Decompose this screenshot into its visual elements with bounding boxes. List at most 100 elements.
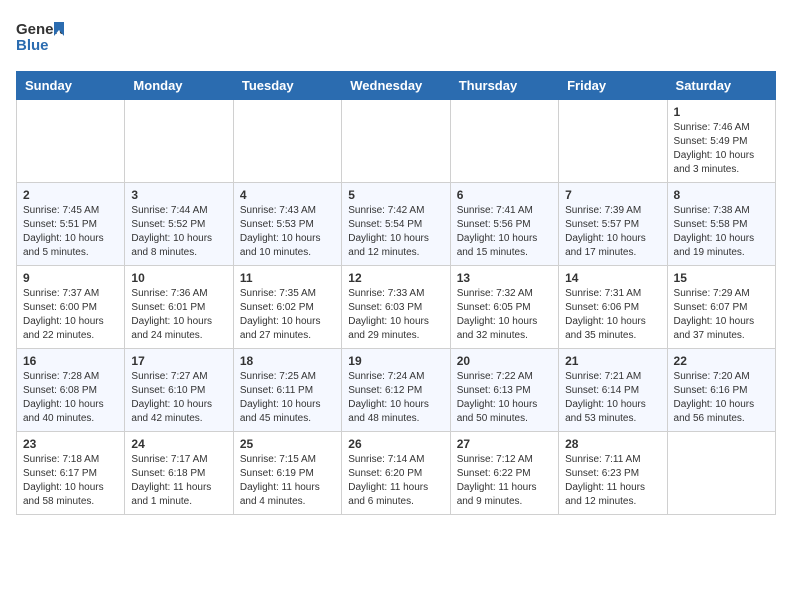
calendar-cell: 1 Sunrise: 7:46 AM Sunset: 5:49 PM Daylig… — [667, 100, 775, 183]
day-info: Sunrise: 7:20 AM Sunset: 6:16 PM Dayligh… — [674, 370, 769, 426]
day-number: 1 — [674, 105, 769, 119]
day-number: 24 — [131, 437, 226, 451]
day-number: 3 — [131, 188, 226, 202]
day-info: Sunrise: 7:14 AM Sunset: 6:20 PM Dayligh… — [348, 453, 443, 509]
day-info: Sunrise: 7:29 AM Sunset: 6:07 PM Dayligh… — [674, 287, 769, 343]
logo: General Blue — [16, 16, 64, 61]
day-info: Sunrise: 7:28 AM Sunset: 6:08 PM Dayligh… — [23, 370, 118, 426]
calendar-table: SundayMondayTuesdayWednesdayThursdayFrid… — [16, 71, 776, 515]
weekday-header-thursday: Thursday — [450, 72, 558, 100]
calendar-cell: 13 Sunrise: 7:32 AM Sunset: 6:05 PM Dayli… — [450, 266, 558, 349]
calendar-cell: 18 Sunrise: 7:25 AM Sunset: 6:11 PM Dayli… — [233, 349, 341, 432]
day-number: 4 — [240, 188, 335, 202]
calendar-cell: 16 Sunrise: 7:28 AM Sunset: 6:08 PM Dayli… — [17, 349, 125, 432]
calendar-cell: 21Sunrise: 7:21 AM Sunset: 6:14 PM Dayli… — [559, 349, 667, 432]
day-info: Sunrise: 7:11 AM Sunset: 6:23 PM Dayligh… — [565, 453, 660, 509]
day-number: 17 — [131, 354, 226, 368]
calendar-cell — [125, 100, 233, 183]
day-number: 22 — [674, 354, 769, 368]
calendar-cell: 5 Sunrise: 7:42 AM Sunset: 5:54 PM Daylig… — [342, 183, 450, 266]
calendar-cell: 14 Sunrise: 7:31 AM Sunset: 6:06 PM Dayli… — [559, 266, 667, 349]
calendar-cell: 7 Sunrise: 7:39 AM Sunset: 5:57 PM Daylig… — [559, 183, 667, 266]
calendar-cell: 12 Sunrise: 7:33 AM Sunset: 6:03 PM Dayli… — [342, 266, 450, 349]
day-info: Sunrise: 7:33 AM Sunset: 6:03 PM Dayligh… — [348, 287, 443, 343]
calendar-cell — [233, 100, 341, 183]
weekday-header-wednesday: Wednesday — [342, 72, 450, 100]
day-number: 23 — [23, 437, 118, 451]
calendar-cell — [559, 100, 667, 183]
calendar-cell: 25 Sunrise: 7:15 AM Sunset: 6:19 PM Dayli… — [233, 432, 341, 515]
weekday-header-saturday: Saturday — [667, 72, 775, 100]
weekday-header-sunday: Sunday — [17, 72, 125, 100]
day-info: Sunrise: 7:39 AM Sunset: 5:57 PM Dayligh… — [565, 204, 660, 260]
day-number: 16 — [23, 354, 118, 368]
calendar-cell: 8 Sunrise: 7:38 AM Sunset: 5:58 PM Daylig… — [667, 183, 775, 266]
day-number: 5 — [348, 188, 443, 202]
day-info: Sunrise: 7:36 AM Sunset: 6:01 PM Dayligh… — [131, 287, 226, 343]
calendar-cell: 4 Sunrise: 7:43 AM Sunset: 5:53 PM Daylig… — [233, 183, 341, 266]
day-info: Sunrise: 7:22 AM Sunset: 6:13 PM Dayligh… — [457, 370, 552, 426]
calendar-week-row: 23 Sunrise: 7:18 AM Sunset: 6:17 PM Dayli… — [17, 432, 776, 515]
day-info: Sunrise: 7:25 AM Sunset: 6:11 PM Dayligh… — [240, 370, 335, 426]
calendar-cell: 19 Sunrise: 7:24 AM Sunset: 6:12 PM Dayli… — [342, 349, 450, 432]
calendar-cell: 3 Sunrise: 7:44 AM Sunset: 5:52 PM Daylig… — [125, 183, 233, 266]
calendar-week-row: 9 Sunrise: 7:37 AM Sunset: 6:00 PM Daylig… — [17, 266, 776, 349]
day-info: Sunrise: 7:17 AM Sunset: 6:18 PM Dayligh… — [131, 453, 226, 509]
weekday-header-monday: Monday — [125, 72, 233, 100]
calendar-week-row: 1 Sunrise: 7:46 AM Sunset: 5:49 PM Daylig… — [17, 100, 776, 183]
calendar-cell: 15 Sunrise: 7:29 AM Sunset: 6:07 PM Dayli… — [667, 266, 775, 349]
calendar-cell: 11 Sunrise: 7:35 AM Sunset: 6:02 PM Dayli… — [233, 266, 341, 349]
day-info: Sunrise: 7:45 AM Sunset: 5:51 PM Dayligh… — [23, 204, 118, 260]
calendar-cell: 23 Sunrise: 7:18 AM Sunset: 6:17 PM Dayli… — [17, 432, 125, 515]
calendar-cell: 24 Sunrise: 7:17 AM Sunset: 6:18 PM Dayli… — [125, 432, 233, 515]
calendar-cell: 28Sunrise: 7:11 AM Sunset: 6:23 PM Dayli… — [559, 432, 667, 515]
calendar-cell: 6Sunrise: 7:41 AM Sunset: 5:56 PM Daylig… — [450, 183, 558, 266]
svg-text:Blue: Blue — [16, 37, 49, 54]
weekday-header-tuesday: Tuesday — [233, 72, 341, 100]
day-number: 14 — [565, 271, 660, 285]
day-info: Sunrise: 7:31 AM Sunset: 6:06 PM Dayligh… — [565, 287, 660, 343]
day-number: 18 — [240, 354, 335, 368]
page-header: General Blue — [16, 16, 776, 61]
day-number: 21 — [565, 354, 660, 368]
day-number: 8 — [674, 188, 769, 202]
day-info: Sunrise: 7:46 AM Sunset: 5:49 PM Dayligh… — [674, 121, 769, 177]
calendar-cell — [17, 100, 125, 183]
day-number: 27 — [457, 437, 552, 451]
day-number: 11 — [240, 271, 335, 285]
day-info: Sunrise: 7:15 AM Sunset: 6:19 PM Dayligh… — [240, 453, 335, 509]
calendar-cell: 22 Sunrise: 7:20 AM Sunset: 6:16 PM Dayli… — [667, 349, 775, 432]
day-info: Sunrise: 7:35 AM Sunset: 6:02 PM Dayligh… — [240, 287, 335, 343]
day-info: Sunrise: 7:18 AM Sunset: 6:17 PM Dayligh… — [23, 453, 118, 509]
day-info: Sunrise: 7:43 AM Sunset: 5:53 PM Dayligh… — [240, 204, 335, 260]
day-info: Sunrise: 7:38 AM Sunset: 5:58 PM Dayligh… — [674, 204, 769, 260]
day-info: Sunrise: 7:24 AM Sunset: 6:12 PM Dayligh… — [348, 370, 443, 426]
weekday-header-friday: Friday — [559, 72, 667, 100]
calendar-cell — [450, 100, 558, 183]
calendar-cell: 26 Sunrise: 7:14 AM Sunset: 6:20 PM Dayli… — [342, 432, 450, 515]
day-number: 15 — [674, 271, 769, 285]
day-number: 25 — [240, 437, 335, 451]
day-number: 12 — [348, 271, 443, 285]
calendar-cell: 27Sunrise: 7:12 AM Sunset: 6:22 PM Dayli… — [450, 432, 558, 515]
day-number: 9 — [23, 271, 118, 285]
day-number: 20 — [457, 354, 552, 368]
calendar-week-row: 16 Sunrise: 7:28 AM Sunset: 6:08 PM Dayli… — [17, 349, 776, 432]
weekday-header-row: SundayMondayTuesdayWednesdayThursdayFrid… — [17, 72, 776, 100]
day-info: Sunrise: 7:37 AM Sunset: 6:00 PM Dayligh… — [23, 287, 118, 343]
day-number: 13 — [457, 271, 552, 285]
day-info: Sunrise: 7:32 AM Sunset: 6:05 PM Dayligh… — [457, 287, 552, 343]
day-number: 26 — [348, 437, 443, 451]
calendar-cell — [667, 432, 775, 515]
day-info: Sunrise: 7:27 AM Sunset: 6:10 PM Dayligh… — [131, 370, 226, 426]
calendar-cell: 10Sunrise: 7:36 AM Sunset: 6:01 PM Dayli… — [125, 266, 233, 349]
day-number: 7 — [565, 188, 660, 202]
day-number: 19 — [348, 354, 443, 368]
day-info: Sunrise: 7:44 AM Sunset: 5:52 PM Dayligh… — [131, 204, 226, 260]
day-info: Sunrise: 7:42 AM Sunset: 5:54 PM Dayligh… — [348, 204, 443, 260]
calendar-week-row: 2Sunrise: 7:45 AM Sunset: 5:51 PM Daylig… — [17, 183, 776, 266]
logo-icon: General Blue — [16, 16, 64, 56]
day-number: 6 — [457, 188, 552, 202]
calendar-cell: 9 Sunrise: 7:37 AM Sunset: 6:00 PM Daylig… — [17, 266, 125, 349]
calendar-cell: 20 Sunrise: 7:22 AM Sunset: 6:13 PM Dayli… — [450, 349, 558, 432]
